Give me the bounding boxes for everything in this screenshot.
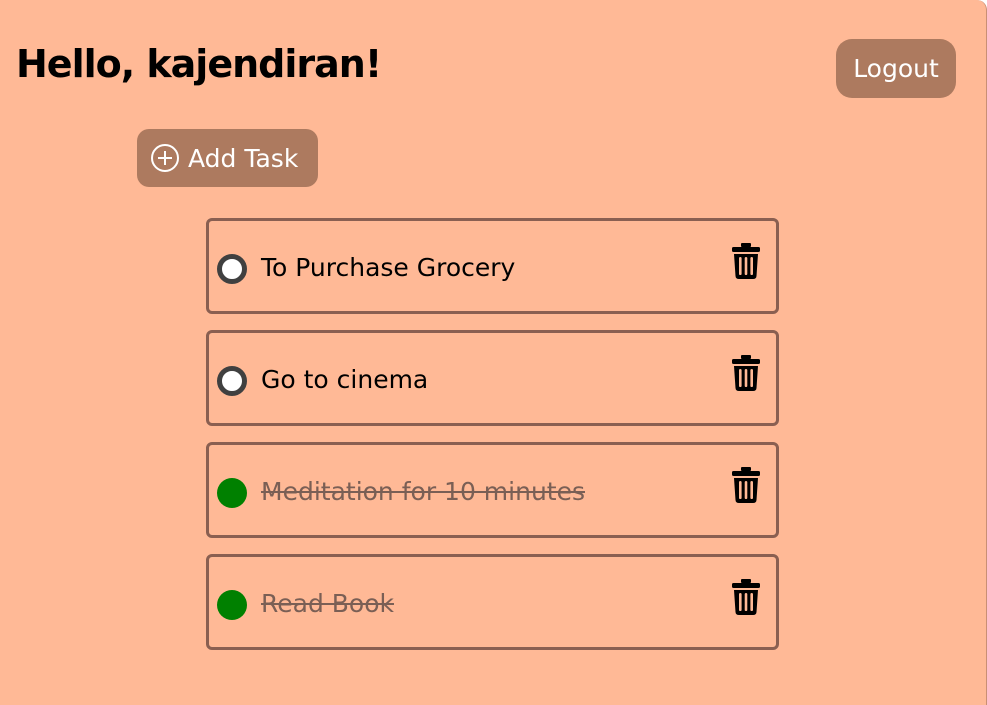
task-item: Go to cinema [206, 330, 779, 426]
task-list: To Purchase Grocery Go to cinema Meditat… [206, 218, 779, 666]
trash-icon [732, 243, 760, 279]
task-status-toggle[interactable] [217, 590, 247, 620]
delete-task-button[interactable] [731, 355, 761, 391]
task-text: To Purchase Grocery [261, 253, 516, 282]
task-status-toggle[interactable] [217, 478, 247, 508]
delete-task-button[interactable] [731, 579, 761, 615]
trash-icon [732, 467, 760, 503]
todo-app: Hello, kajendiran! Logout Add Task To Pu… [0, 0, 987, 705]
task-item: Read Book [206, 554, 779, 650]
add-task-label: Add Task [188, 143, 299, 173]
trash-icon [732, 579, 760, 615]
plus-circle-icon [151, 144, 179, 172]
task-item: To Purchase Grocery [206, 218, 779, 314]
trash-icon [732, 355, 760, 391]
task-item: Meditation for 10 minutes [206, 442, 779, 538]
add-task-button[interactable]: Add Task [137, 129, 318, 187]
task-text: Meditation for 10 minutes [261, 477, 585, 506]
task-text: Go to cinema [261, 365, 429, 394]
delete-task-button[interactable] [731, 467, 761, 503]
task-text: Read Book [261, 589, 394, 618]
task-status-toggle[interactable] [217, 254, 247, 284]
logout-button[interactable]: Logout [836, 39, 956, 98]
task-status-toggle[interactable] [217, 366, 247, 396]
greeting-heading: Hello, kajendiran! [16, 42, 382, 86]
delete-task-button[interactable] [731, 243, 761, 279]
